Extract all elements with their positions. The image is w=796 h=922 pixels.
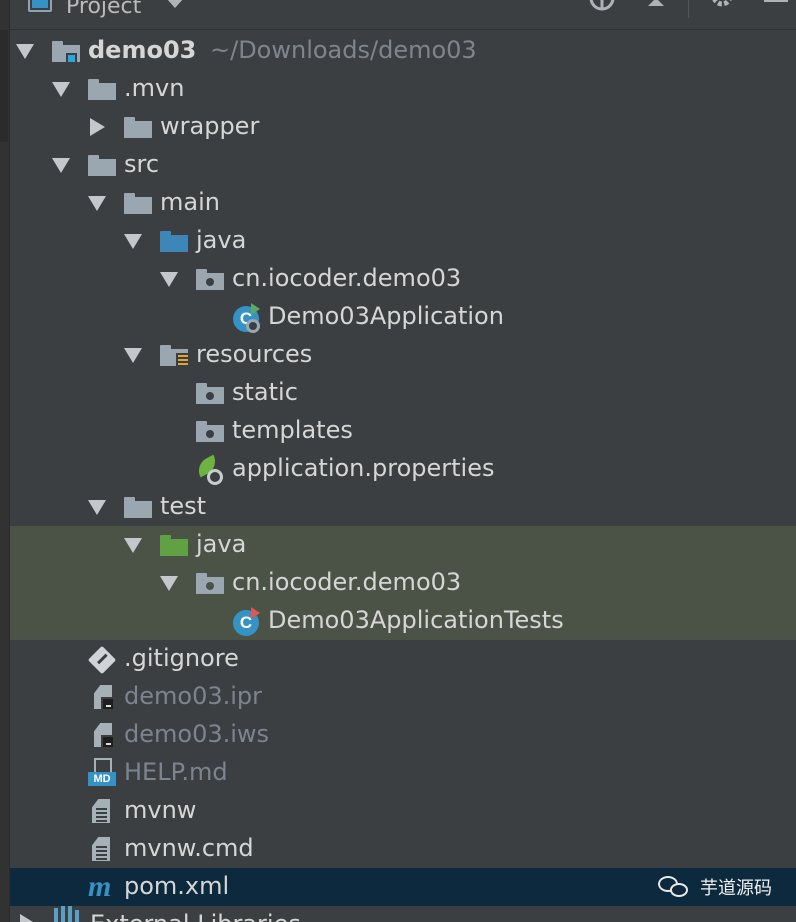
tree-node-external-libraries[interactable]: External Libraries — [10, 906, 796, 922]
tree-node-label: pom.xml — [124, 872, 230, 900]
tree-node-demo03applicationtests[interactable]: C Demo03ApplicationTests — [10, 602, 796, 640]
header-separator — [688, 0, 689, 18]
maven-icon: m — [88, 870, 112, 903]
tree-node-resources[interactable]: resources — [10, 336, 796, 374]
tree-node-label: mvnw — [124, 796, 197, 824]
module-path: ~/Downloads/demo03 — [210, 36, 477, 64]
tree-node-gitignore[interactable]: .gitignore — [10, 640, 796, 678]
expand-arrow-icon[interactable] — [16, 44, 34, 59]
expand-arrow-icon[interactable] — [88, 196, 106, 211]
spring-config-icon — [194, 454, 228, 486]
tree-node-label: application.properties — [232, 454, 495, 482]
gear-icon[interactable] — [708, 0, 736, 14]
ide-file-icon — [92, 683, 115, 711]
folder-icon — [196, 419, 224, 443]
tree-node-java-test[interactable]: java — [10, 526, 796, 564]
tree-node-java-main[interactable]: java — [10, 222, 796, 260]
tree-node-label: test — [160, 492, 207, 520]
tree-node-wrapper[interactable]: wrapper — [10, 108, 796, 146]
expand-arrow-icon[interactable] — [124, 538, 142, 553]
tree-node-label: cn.iocoder.demo03 — [232, 568, 462, 596]
expand-arrow-icon[interactable] — [88, 500, 106, 515]
module-folder-icon — [52, 39, 80, 64]
tool-strip-tab[interactable] — [0, 30, 8, 142]
expand-arrow-icon[interactable] — [160, 272, 178, 287]
resources-folder-icon — [160, 343, 189, 367]
hide-panel-icon[interactable] — [762, 0, 790, 14]
tree-node-label: static — [232, 378, 298, 406]
tree-node-pom-xml[interactable]: m pom.xml 芋道源码 — [10, 868, 796, 906]
project-panel-header: Project — [10, 0, 796, 30]
expand-arrow-icon[interactable] — [160, 576, 178, 591]
tree-node-demo03-iws[interactable]: demo03.iws — [10, 716, 796, 754]
expand-arrow-icon[interactable] — [52, 82, 70, 97]
expand-arrow-icon[interactable] — [52, 158, 70, 173]
tree-node-label: wrapper — [160, 112, 260, 140]
tree-node-label: src — [124, 150, 160, 178]
wechat-icon — [658, 874, 692, 900]
tree-node-label: demo03.iws — [124, 720, 270, 748]
tree-node-demo03-ipr[interactable]: demo03.ipr — [10, 678, 796, 716]
tree-node-label: mvnw.cmd — [124, 834, 254, 862]
tree-node-application-properties[interactable]: application.properties — [10, 450, 796, 488]
tree-node-label: Demo03Application — [268, 302, 504, 330]
tree-node-mvn[interactable]: .mvn — [10, 70, 796, 108]
tree-node-package-test[interactable]: cn.iocoder.demo03 — [10, 564, 796, 602]
tree-node-label: .mvn — [124, 74, 185, 102]
tree-node-static[interactable]: static — [10, 374, 796, 412]
test-class-icon: C — [232, 607, 262, 637]
tree-node-label: External Libraries — [90, 910, 301, 922]
watermark: 芋道源码 — [658, 874, 772, 900]
tree-node-mvnw-cmd[interactable]: mvnw.cmd — [10, 830, 796, 868]
tree-node-mvnw[interactable]: mvnw — [10, 792, 796, 830]
text-file-icon — [90, 835, 112, 863]
watermark-text: 芋道源码 — [700, 878, 772, 899]
tree-node-label: .gitignore — [124, 644, 239, 672]
ide-file-icon — [92, 721, 115, 749]
tree-node-demo03[interactable]: demo03 ~/Downloads/demo03 — [10, 32, 796, 70]
folder-icon — [124, 495, 152, 519]
collapse-all-icon[interactable] — [642, 0, 670, 14]
tree-node-src[interactable]: src — [10, 146, 796, 184]
tree-node-label: java — [196, 226, 247, 254]
folder-icon — [88, 77, 116, 101]
folder-icon — [196, 381, 224, 405]
tree-node-main[interactable]: main — [10, 184, 796, 222]
tree-node-help-md[interactable]: MD HELP.md — [10, 754, 796, 792]
tree-node-label: java — [196, 530, 247, 558]
source-folder-icon — [160, 229, 188, 253]
folder-icon — [124, 191, 152, 215]
tree-node-package-main[interactable]: cn.iocoder.demo03 — [10, 260, 796, 298]
markdown-icon: MD — [88, 758, 118, 788]
tree-node-demo03application[interactable]: C Demo03Application — [10, 298, 796, 336]
spring-boot-class-icon: C — [232, 303, 262, 333]
test-folder-icon — [160, 533, 188, 557]
package-icon — [196, 267, 224, 291]
text-file-icon — [90, 797, 112, 825]
tree-node-label: demo03 — [88, 36, 197, 64]
collapsed-arrow-icon[interactable] — [90, 118, 105, 136]
tree-node-templates[interactable]: templates — [10, 412, 796, 450]
expand-arrow-icon[interactable] — [124, 348, 142, 363]
tree-node-label: HELP.md — [124, 758, 228, 786]
git-icon — [87, 645, 117, 675]
tree-node-label: templates — [232, 416, 353, 444]
chevron-down-icon[interactable] — [166, 0, 184, 8]
locate-icon[interactable] — [588, 0, 616, 14]
expand-arrow-icon[interactable] — [124, 234, 142, 249]
tree-node-label: demo03.ipr — [124, 682, 262, 710]
collapsed-arrow-icon[interactable] — [20, 914, 33, 922]
tree-node-label: Demo03ApplicationTests — [268, 606, 564, 634]
tree-node-label: cn.iocoder.demo03 — [232, 264, 462, 292]
tree-node-test[interactable]: test — [10, 488, 796, 526]
folder-icon — [124, 115, 152, 139]
tree-node-label: resources — [196, 340, 313, 368]
package-icon — [196, 571, 224, 595]
left-tool-strip — [0, 0, 10, 922]
folder-icon — [88, 153, 116, 177]
project-panel-icon — [28, 0, 52, 12]
tree-node-label: main — [160, 188, 220, 216]
panel-title[interactable]: Project — [66, 0, 141, 19]
